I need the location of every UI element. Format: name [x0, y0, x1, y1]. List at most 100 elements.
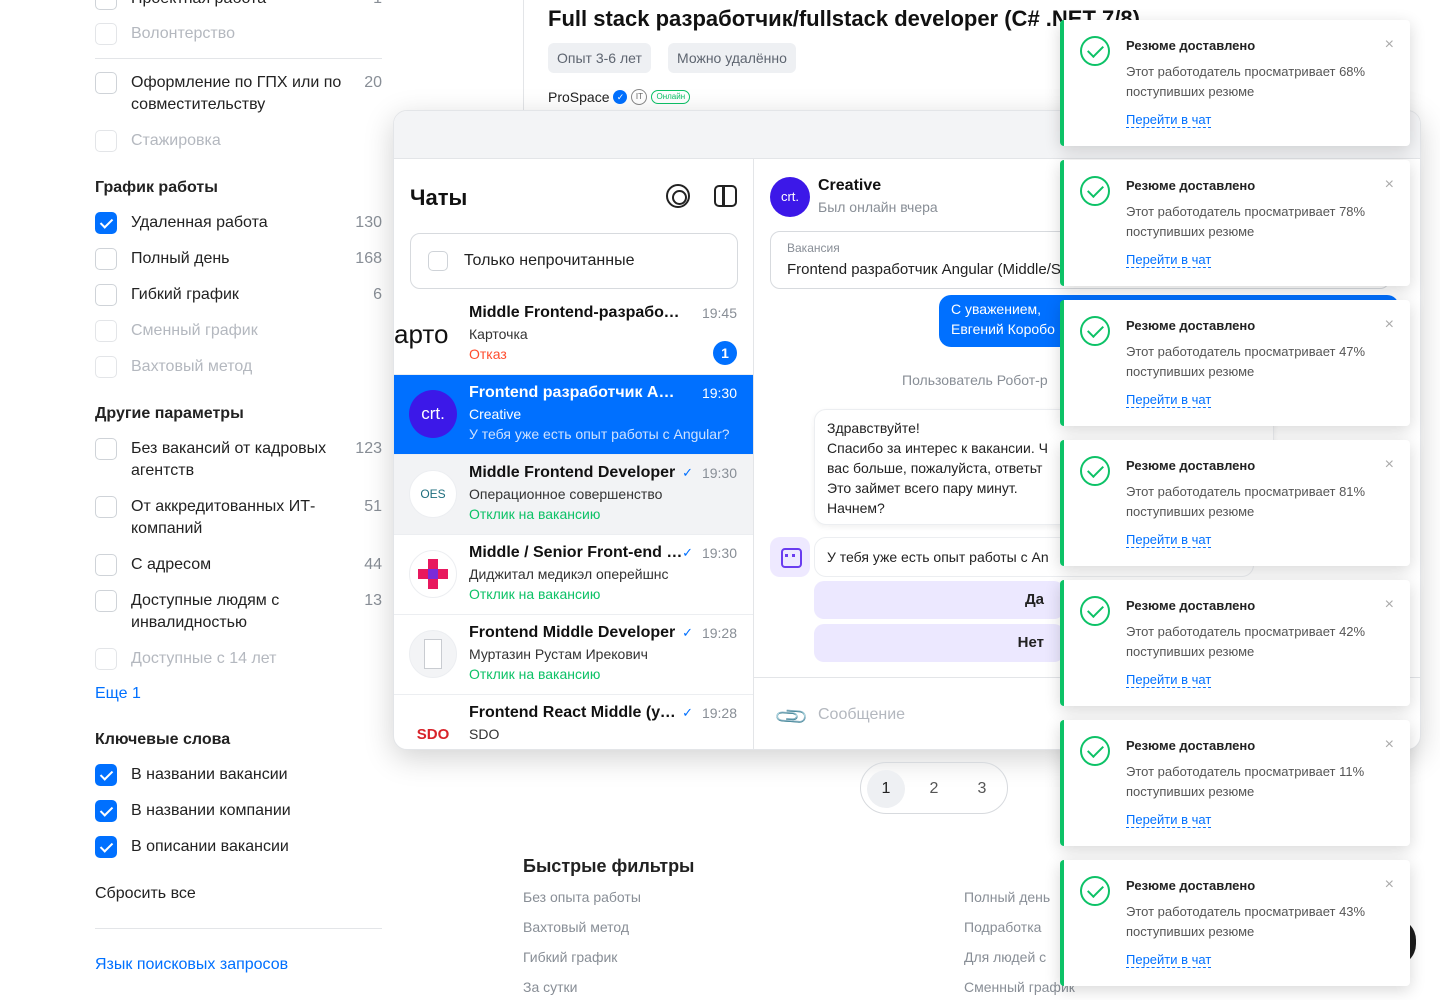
- filter-kw-description[interactable]: В описании вакансии: [95, 836, 382, 858]
- filter-with-address[interactable]: С адресом 44: [95, 554, 382, 576]
- vacancy-title[interactable]: Full stack разработчик/fullstack develop…: [548, 6, 1140, 32]
- filter-accredited-it[interactable]: От аккредитованных ИТ-компаний 51: [95, 496, 382, 540]
- checkbox[interactable]: [95, 496, 117, 518]
- quick-filter-link[interactable]: Гибкий график: [523, 949, 617, 965]
- toast-resume-delivered: Резюме доставлено Этот работодатель прос…: [1060, 860, 1410, 986]
- success-check-icon: [1080, 456, 1110, 486]
- filter-flexible[interactable]: Гибкий график 6: [95, 284, 382, 306]
- read-check-icon: ✓: [682, 465, 693, 480]
- quick-filter-link[interactable]: Без опыта работы: [523, 889, 641, 905]
- filter-gph[interactable]: Оформление по ГПХ или по совместительств…: [95, 72, 382, 116]
- quick-filter-link[interactable]: Подработка: [964, 919, 1041, 935]
- checkbox[interactable]: [95, 438, 117, 460]
- quick-filter-link[interactable]: Вахтовый метод: [523, 919, 629, 935]
- divider: [95, 58, 382, 59]
- chats-title: Чаты: [410, 185, 468, 210]
- quick-filters-title: Быстрые фильтры: [523, 856, 695, 876]
- success-check-icon: [1080, 316, 1110, 346]
- filter-shift: Сменный график: [95, 320, 382, 342]
- company-line: ProSpace ✓ IT Онлайн: [548, 89, 691, 105]
- filter-accessible[interactable]: Доступные людям с инвалидностью 13: [95, 590, 382, 634]
- close-icon[interactable]: ×: [1385, 176, 1394, 194]
- quick-filter-link[interactable]: Для людей с: [964, 949, 1046, 965]
- checkbox[interactable]: [95, 72, 117, 94]
- filter-kw-company[interactable]: В названии компании: [95, 800, 382, 822]
- checkbox-checked[interactable]: [95, 836, 117, 858]
- close-icon[interactable]: ×: [1385, 876, 1394, 894]
- unread-only-filter[interactable]: Только непрочитанные: [410, 233, 738, 289]
- support-icon[interactable]: [666, 184, 690, 208]
- keywords-heading: Ключевые слова: [95, 731, 231, 748]
- checkbox-checked[interactable]: [95, 764, 117, 786]
- quick-filter-link[interactable]: Полный день: [964, 889, 1050, 905]
- chat-item-active[interactable]: crt. Frontend разработчик Angular (Middl…: [394, 375, 753, 455]
- go-to-chat-link[interactable]: Перейти в чат: [1126, 112, 1212, 128]
- reset-all-button[interactable]: Сбросить все: [95, 885, 196, 903]
- query-language-link[interactable]: Язык поисковых запросов: [95, 956, 288, 974]
- success-check-icon: [1080, 36, 1110, 66]
- page-2-button[interactable]: 2: [915, 770, 953, 808]
- go-to-chat-link[interactable]: Перейти в чат: [1126, 392, 1212, 408]
- other-params-heading: Другие параметры: [95, 405, 244, 422]
- filter-internship: Стажировка: [95, 130, 382, 152]
- chat-item[interactable]: OES Middle Frontend Developer ✓ 19:30 Оп…: [394, 455, 753, 535]
- checkbox[interactable]: [428, 251, 448, 271]
- page-3-button[interactable]: 3: [963, 770, 1001, 808]
- toast-resume-delivered: Резюме доставлено Этот работодатель прос…: [1060, 20, 1410, 146]
- chat-item[interactable]: Middle / Senior Front-end developer ✓ 19…: [394, 535, 753, 615]
- read-check-icon: ✓: [682, 625, 693, 640]
- message-input[interactable]: Сообщение: [818, 706, 905, 724]
- go-to-chat-link[interactable]: Перейти в чат: [1126, 812, 1212, 828]
- paperclip-icon[interactable]: 📎: [773, 698, 811, 736]
- checkbox: [95, 23, 117, 45]
- checkbox[interactable]: [95, 284, 117, 306]
- filter-project-work[interactable]: Проектная работа 1: [95, 0, 382, 10]
- filter-no-agencies[interactable]: Без вакансий от кадровых агентств 123: [95, 438, 382, 482]
- experience-chip: Опыт 3-6 лет: [548, 43, 651, 73]
- company-avatar: [409, 550, 457, 598]
- checkbox[interactable]: [95, 590, 117, 612]
- checkbox[interactable]: [95, 248, 117, 270]
- checkbox: [95, 130, 117, 152]
- toast-resume-delivered: Резюме доставлено Этот работодатель прос…: [1060, 300, 1410, 426]
- read-check-icon: ✓: [682, 545, 693, 560]
- show-more-link[interactable]: Еще 1: [95, 685, 141, 703]
- go-to-chat-link[interactable]: Перейти в чат: [1126, 252, 1212, 268]
- company-avatar: crt.: [409, 390, 457, 438]
- filter-from-14: Доступные с 14 лет: [95, 648, 382, 670]
- chat-item[interactable]: SDO Frontend React Middle (удаленно) ✓ 1…: [394, 695, 753, 749]
- success-check-icon: [1080, 176, 1110, 206]
- filter-remote[interactable]: Удаленная работа 130: [95, 212, 382, 234]
- close-icon[interactable]: ×: [1385, 316, 1394, 334]
- quick-filter-link[interactable]: Сменный график: [964, 979, 1075, 995]
- page-1-button[interactable]: 1: [867, 770, 905, 808]
- card-border: [523, 0, 524, 110]
- medical-logo-icon: [418, 559, 448, 589]
- filter-full-day[interactable]: Полный день 168: [95, 248, 382, 270]
- checkbox[interactable]: [95, 554, 117, 576]
- robot-icon: [770, 537, 810, 577]
- quick-filter-link[interactable]: За сутки: [523, 979, 578, 995]
- go-to-chat-link[interactable]: Перейти в чат: [1126, 532, 1212, 548]
- answer-yes-button[interactable]: Да: [814, 581, 1064, 619]
- close-icon[interactable]: ×: [1385, 36, 1394, 54]
- close-icon[interactable]: ×: [1385, 736, 1394, 754]
- chat-item[interactable]: Frontend Middle Developer ✓ 19:28 Муртаз…: [394, 615, 753, 695]
- filter-rotation: Вахтовый метод: [95, 356, 382, 378]
- company-name[interactable]: ProSpace: [548, 89, 609, 105]
- filter-kw-vacancy[interactable]: В названии вакансии: [95, 764, 382, 786]
- checkbox-checked[interactable]: [95, 212, 117, 234]
- chat-item[interactable]: арто Middle Frontend-разработчик 19:45 К…: [394, 295, 753, 375]
- checkbox-checked[interactable]: [95, 800, 117, 822]
- checkbox[interactable]: [95, 0, 117, 10]
- close-icon[interactable]: ×: [1385, 456, 1394, 474]
- success-check-icon: [1080, 736, 1110, 766]
- unread-count-badge: 1: [713, 341, 737, 365]
- go-to-chat-link[interactable]: Перейти в чат: [1126, 952, 1212, 968]
- answer-no-button[interactable]: Нет: [814, 624, 1064, 662]
- chat-partner-name: Creative: [818, 177, 882, 194]
- go-to-chat-link[interactable]: Перейти в чат: [1126, 672, 1212, 688]
- remote-chip: Можно удалённо: [668, 43, 796, 73]
- collapse-panel-icon[interactable]: [714, 185, 737, 207]
- close-icon[interactable]: ×: [1385, 596, 1394, 614]
